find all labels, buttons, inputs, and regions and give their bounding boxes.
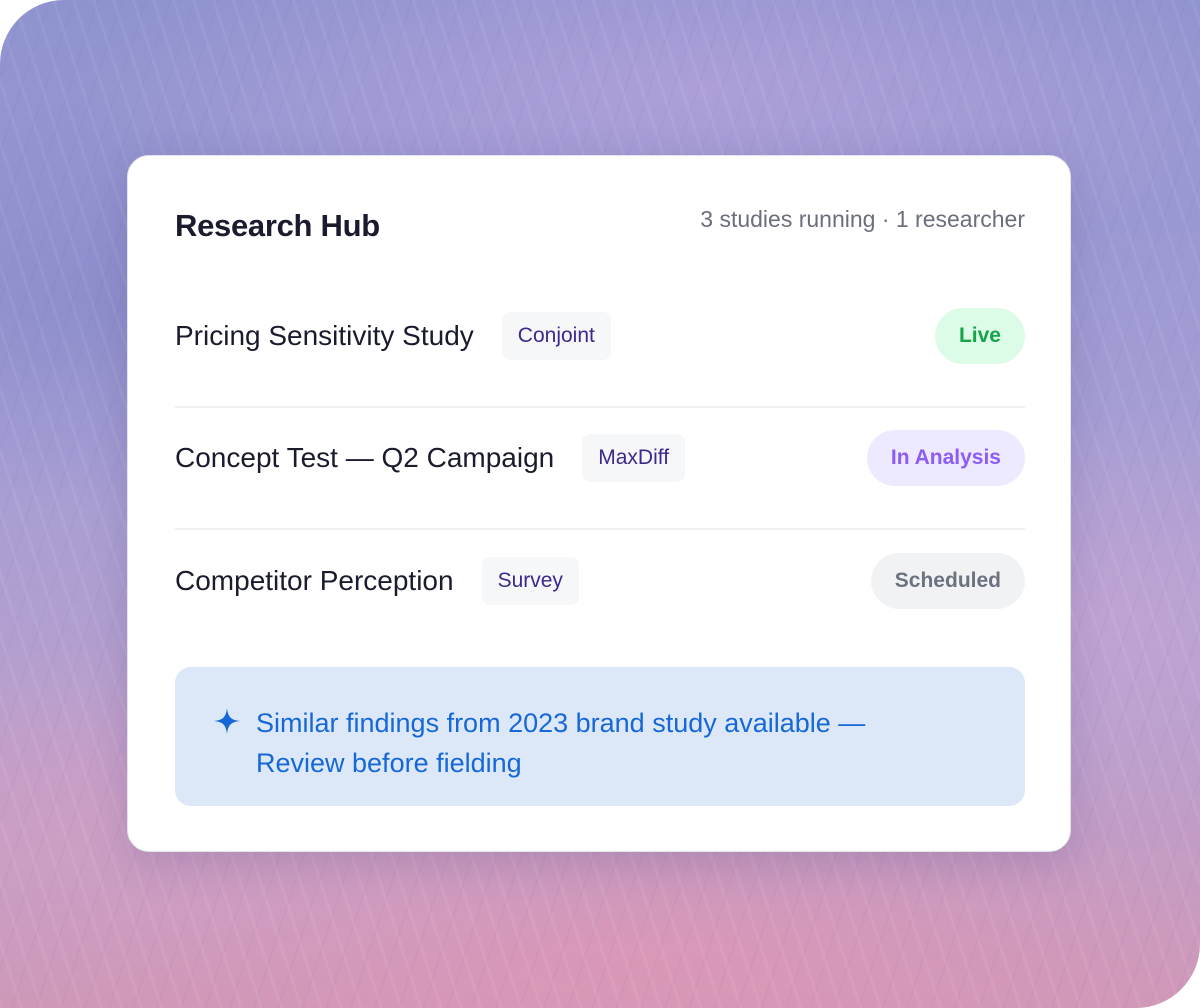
method-tag: Survey (481, 557, 579, 605)
method-tag: MaxDiff (582, 434, 686, 482)
sky-background: Research Hub 3 studies running · 1 resea… (0, 0, 1200, 1008)
card-meta: 3 studies running · 1 researcher (700, 206, 1025, 232)
sparkle-icon (214, 708, 240, 734)
status-badge: Live (934, 308, 1025, 364)
card-title: Research Hub (175, 208, 380, 243)
insight-banner[interactable]: Similar findings from 2023 brand study a… (175, 667, 1025, 806)
study-row[interactable]: Competitor Perception Survey Scheduled (175, 530, 1025, 652)
card-header: Research Hub 3 studies running · 1 resea… (175, 206, 1025, 250)
study-row[interactable]: Pricing Sensitivity Study Conjoint Live (175, 286, 1025, 408)
study-name: Pricing Sensitivity Study (175, 320, 474, 351)
status-badge: In Analysis (866, 430, 1025, 486)
study-row[interactable]: Concept Test — Q2 Campaign MaxDiff In An… (175, 408, 1025, 530)
status-badge: Scheduled (870, 553, 1025, 609)
study-name: Competitor Perception (175, 565, 454, 596)
method-tag: Conjoint (501, 312, 611, 360)
study-list: Pricing Sensitivity Study Conjoint Live … (175, 286, 1025, 652)
insight-banner-text[interactable]: Similar findings from 2023 brand study a… (256, 703, 956, 783)
study-name: Concept Test — Q2 Campaign (175, 442, 555, 473)
research-hub-card: Research Hub 3 studies running · 1 resea… (127, 155, 1071, 852)
